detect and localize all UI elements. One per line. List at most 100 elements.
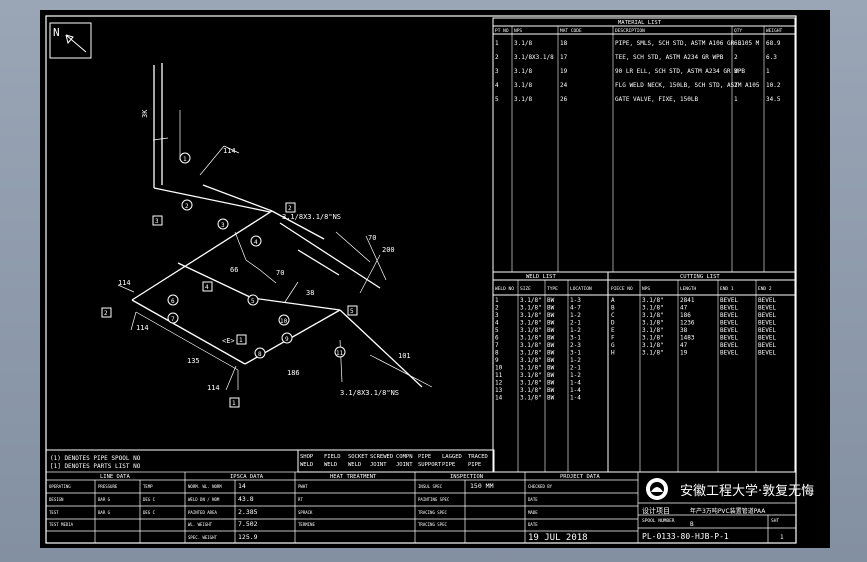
- material-cell: 2: [734, 54, 738, 61]
- drawing-date: 19 JUL 2018: [528, 533, 588, 543]
- project-cell: CHECKED BY: [528, 484, 553, 489]
- dim-38: 38: [306, 289, 314, 297]
- line-data-cell: DEG C: [143, 510, 156, 515]
- inspection-title: INSPECTION: [450, 474, 483, 480]
- heat-cell: PWHT: [298, 484, 308, 489]
- material-cell: 19: [560, 68, 568, 75]
- material-cell: GATE VALVE, FIXE, 150LB: [615, 96, 698, 103]
- material-cell: 1: [734, 96, 738, 103]
- material-cell: 34.5: [766, 96, 781, 103]
- line-data-cell: TEST MEDIA: [49, 522, 74, 527]
- sheet-number: 1: [780, 534, 784, 541]
- weld-cell: BW: [547, 350, 555, 357]
- tag-label-2: 2: [288, 205, 292, 212]
- cutting-list-headers: PIECE NO NPS LENGTH END 1 END 2: [611, 286, 772, 292]
- material-list-rows: 1 3.1/8 18 PIPE, SMLS, SCH STD, ASTM A106 G…: [495, 40, 781, 103]
- ce-note: <E>: [222, 337, 235, 345]
- inspection-cell: TRACING SPEC: [418, 510, 447, 515]
- weld-cell: 7: [495, 342, 499, 349]
- cutting-cell: 186: [680, 312, 691, 319]
- counter-traced-sub: PIPE: [468, 462, 481, 468]
- weld-cell: 2-1: [570, 365, 581, 372]
- dim-135: 135: [187, 357, 200, 365]
- counter-lagged: LAGGED: [442, 454, 462, 460]
- line-data-cell: TEMP: [143, 484, 153, 489]
- weld-cell: 14: [495, 395, 503, 402]
- line-data-cell: DESIGN: [49, 497, 64, 502]
- weld-cell: 3.1/8": [520, 350, 542, 357]
- material-cell: 3.1/8X3.1/8: [514, 54, 554, 61]
- material-cell: 10.2: [766, 82, 781, 89]
- inspection-cell: TRACING SPEC: [418, 522, 447, 527]
- cutting-cell: 3.1/8": [642, 297, 664, 304]
- weld-counters: SHOP WELD FIELD WELD SOCKET WELD SCREWED…: [297, 449, 495, 473]
- callout-label-11: 11: [336, 350, 344, 357]
- callout-label-9: 9: [285, 336, 289, 343]
- title-block-text: LINE DATA IPSCA DATA HEAT TREATMENT INSP…: [100, 474, 600, 480]
- spool-callouts: [167, 152, 346, 359]
- cutting-cell: B: [611, 305, 615, 312]
- university-logo: [646, 478, 668, 500]
- weld-cell: 4-7: [570, 305, 581, 312]
- ipsca-value: 43.8: [238, 495, 254, 503]
- line-data-cell: BAR G: [98, 497, 111, 502]
- weld-cell: 6: [495, 335, 499, 342]
- ipsca-value: 7.502: [238, 520, 258, 528]
- weld-cell: 3.1/8": [520, 312, 542, 319]
- weld-cell: 3.1/8": [520, 372, 542, 379]
- dim-101: 101: [398, 352, 411, 360]
- cutting-cell: 3.1/8": [642, 342, 664, 349]
- material-cell: 3: [495, 68, 499, 75]
- weld-cell: 3.1/8": [520, 365, 542, 372]
- counter-socket-sub: WELD: [348, 462, 361, 468]
- dim-66: 66: [230, 266, 238, 274]
- cutting-header: END 2: [758, 286, 772, 292]
- counter-lagged-sub: PIPE: [442, 462, 455, 468]
- material-cell: 2: [734, 82, 738, 89]
- inspection-value: 150 MM: [470, 482, 494, 490]
- project-cell: DATE: [528, 497, 538, 502]
- project-cell: DATE: [528, 522, 538, 527]
- heat-cell: TERMINE: [298, 522, 315, 527]
- inspection-cell: PAINTING SPEC: [418, 497, 450, 502]
- weld-list: WELD LIST WELD NO SIZE TYPE LOCATION 1 3.1/8…: [492, 271, 609, 473]
- cutting-cell: 47: [680, 305, 688, 312]
- dim-114-bottom: 114: [207, 384, 220, 392]
- callout-label-6: 6: [171, 298, 175, 305]
- weld-cell: 1-4: [570, 380, 581, 387]
- weld-cell: BW: [547, 305, 555, 312]
- cutting-cell: BEVEL: [720, 305, 738, 312]
- tag-label-4: 4: [205, 284, 209, 291]
- cutting-list: CUTTING LIST PIECE NO NPS LENGTH END 1 END 2…: [607, 271, 796, 473]
- tag-label-3: 3: [155, 218, 159, 225]
- weld-cell: 1-3: [570, 297, 581, 304]
- ipsca-value: 14: [238, 482, 246, 490]
- cutting-cell: D: [611, 320, 615, 327]
- cutting-cell: 47: [680, 342, 688, 349]
- dim-70-a: 70: [368, 234, 376, 242]
- material-cell: 3: [734, 68, 738, 75]
- material-cell: 18: [560, 40, 568, 47]
- weld-cell: 9: [495, 357, 499, 364]
- cutting-cell: BEVEL: [758, 320, 776, 327]
- weld-cell: BW: [547, 312, 555, 319]
- weld-cell: BW: [547, 342, 555, 349]
- weld-cell: 1-2: [570, 357, 581, 364]
- weld-cell: 1-2: [570, 312, 581, 319]
- cutting-cell: H: [611, 350, 615, 357]
- weld-cell: 11: [495, 372, 503, 379]
- material-cell: 6.105 M: [734, 40, 760, 47]
- material-cell: 6.3: [766, 54, 777, 61]
- weld-cell: 3.1/8": [520, 342, 542, 349]
- weld-header: LOCATION: [570, 286, 592, 292]
- inspection-cell: INSUL SPEC: [418, 484, 443, 489]
- weld-cell: 1-2: [570, 327, 581, 334]
- counter-field-sub: WELD: [324, 462, 337, 468]
- callout-label-4: 4: [254, 239, 258, 246]
- weld-cell: 2-1: [570, 320, 581, 327]
- weld-cell: 1-4: [570, 387, 581, 394]
- cutting-cell: C: [611, 312, 615, 319]
- cutting-cell: 3.1/8": [642, 320, 664, 327]
- material-list-title: MATERIAL LIST: [618, 20, 662, 26]
- weld-cell: 1: [495, 297, 499, 304]
